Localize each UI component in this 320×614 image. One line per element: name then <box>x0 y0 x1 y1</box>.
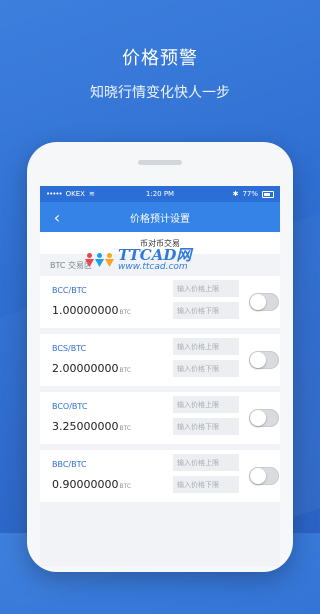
toggle-knob <box>250 410 266 426</box>
pair-card-bco: BCO/BTC 3.25000000BTC <box>40 392 280 444</box>
hero-title: 价格预警 <box>122 48 198 69</box>
pair-card-bcc: BCC/BTC 1.00000000BTC <box>40 276 280 328</box>
toggle-knob <box>250 352 266 368</box>
watermark-brand: TTCAD网 <box>118 246 192 264</box>
section-header: BTC 交易区 TTCAD网 www.ttcad.com <box>40 248 280 276</box>
lower-limit-input[interactable] <box>173 476 239 493</box>
upper-limit-input[interactable] <box>173 454 239 471</box>
chevron-left-icon: ‹ <box>53 207 61 227</box>
phone-frame: ••••• OKEX ≋ 1:20 PM ✱ 77% ‹ 价格预计设置 币对币交… <box>27 142 293 572</box>
carrier-name: OKEX <box>65 190 85 198</box>
alert-toggle[interactable] <box>249 293 279 311</box>
toggle-knob <box>250 294 266 310</box>
bluetooth-icon: ✱ <box>232 190 239 198</box>
alert-toggle[interactable] <box>249 467 279 485</box>
lower-limit-input[interactable] <box>173 360 239 377</box>
pair-price: 0.90000000BTC <box>52 478 132 491</box>
nav-bar: ‹ 价格预计设置 <box>40 202 280 232</box>
pair-name: BCO/BTC <box>52 402 88 411</box>
page-title: 价格预计设置 <box>130 213 190 225</box>
upper-limit-input[interactable] <box>173 396 239 413</box>
pair-name: BCC/BTC <box>52 286 87 295</box>
alert-toggle[interactable] <box>249 351 279 369</box>
lower-limit-input[interactable] <box>173 302 239 319</box>
status-bar: ••••• OKEX ≋ 1:20 PM ✱ 77% <box>40 186 280 202</box>
hero-subtitle: 知晓行情变化快人一步 <box>90 85 230 101</box>
upper-limit-input[interactable] <box>173 280 239 297</box>
signal-icon: ••••• <box>46 190 63 198</box>
watermark-url: www.ttcad.com <box>118 262 188 272</box>
watermark-logo: TTCAD网 www.ttcad.com <box>85 248 191 272</box>
app-screen: ••••• OKEX ≋ 1:20 PM ✱ 77% ‹ 价格预计设置 币对币交… <box>40 186 280 566</box>
alert-toggle[interactable] <box>249 409 279 427</box>
phone-speaker <box>138 160 182 165</box>
pair-name: BCS/BTC <box>52 344 87 353</box>
pair-price: 3.25000000BTC <box>52 420 132 433</box>
pair-price: 2.00000000BTC <box>52 362 132 375</box>
back-button[interactable]: ‹ <box>46 206 68 228</box>
battery-icon <box>262 190 274 198</box>
battery-percent: 77% <box>242 190 258 198</box>
lower-limit-input[interactable] <box>173 418 239 435</box>
pair-price: 1.00000000BTC <box>52 304 132 317</box>
watermark-figures-icon <box>85 253 114 267</box>
upper-limit-input[interactable] <box>173 338 239 355</box>
pair-card-bbc: BBC/BTC 0.90000000BTC <box>40 450 280 502</box>
wifi-icon: ≋ <box>88 190 95 198</box>
toggle-knob <box>250 468 266 484</box>
pair-card-bcs: BCS/BTC 2.00000000BTC <box>40 334 280 386</box>
pair-name: BBC/BTC <box>52 460 87 469</box>
